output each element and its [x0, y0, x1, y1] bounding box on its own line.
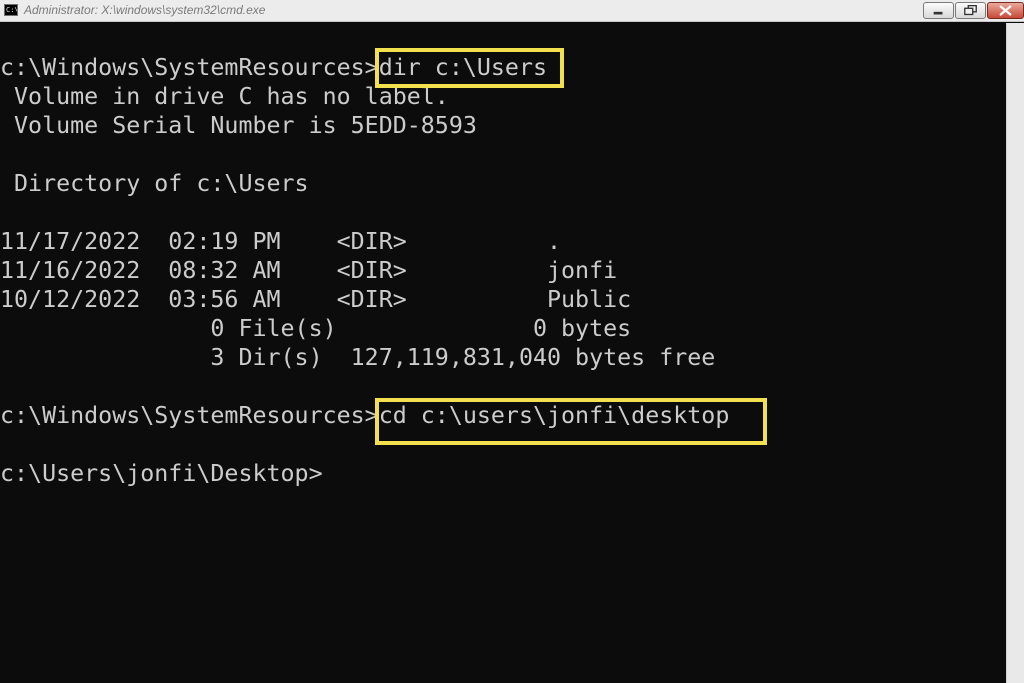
output-line-directory: Directory of c:\Users [0, 170, 309, 197]
dir-entry-public: 10/12/2022 03:56 AM <DIR> Public [0, 286, 632, 313]
cmd-app-icon[interactable]: C:\ [4, 4, 18, 16]
restore-icon [964, 4, 977, 16]
output-line-volume: Volume in drive C has no label. [0, 83, 449, 110]
cmd-window: C:\ Administrator: X:\windows\system32\c… [0, 0, 1024, 683]
dir-entry-dot: 11/17/2022 02:19 PM <DIR> . [0, 228, 562, 255]
command-line-cd: c:\Windows\SystemResources>cd c:\users\j… [0, 402, 730, 429]
output-line-file-count: 0 File(s) 0 bytes [0, 315, 632, 342]
close-icon [999, 5, 1012, 16]
current-prompt[interactable]: c:\Users\jonfi\Desktop> [0, 459, 323, 488]
vertical-scrollbar[interactable] [1006, 23, 1024, 683]
close-button[interactable] [987, 2, 1024, 19]
command-line-dir: c:\Windows\SystemResources>dir c:\Users [0, 54, 548, 81]
minimize-icon [933, 11, 943, 15]
window-title: Administrator: X:\windows\system32\cmd.e… [24, 3, 266, 17]
console-output[interactable]: c:\Windows\SystemResources>dir c:\Users … [0, 23, 1006, 683]
dir-entry-jonfi: 11/16/2022 08:32 AM <DIR> jonfi [0, 257, 618, 284]
output-line-dir-count: 3 Dir(s) 127,119,831,040 bytes free [0, 344, 716, 371]
restore-button[interactable] [955, 2, 986, 19]
output-line-serial: Volume Serial Number is 5EDD-8593 [0, 112, 477, 139]
title-bar[interactable]: C:\ Administrator: X:\windows\system32\c… [0, 0, 1024, 22]
minimize-button[interactable] [923, 2, 954, 19]
